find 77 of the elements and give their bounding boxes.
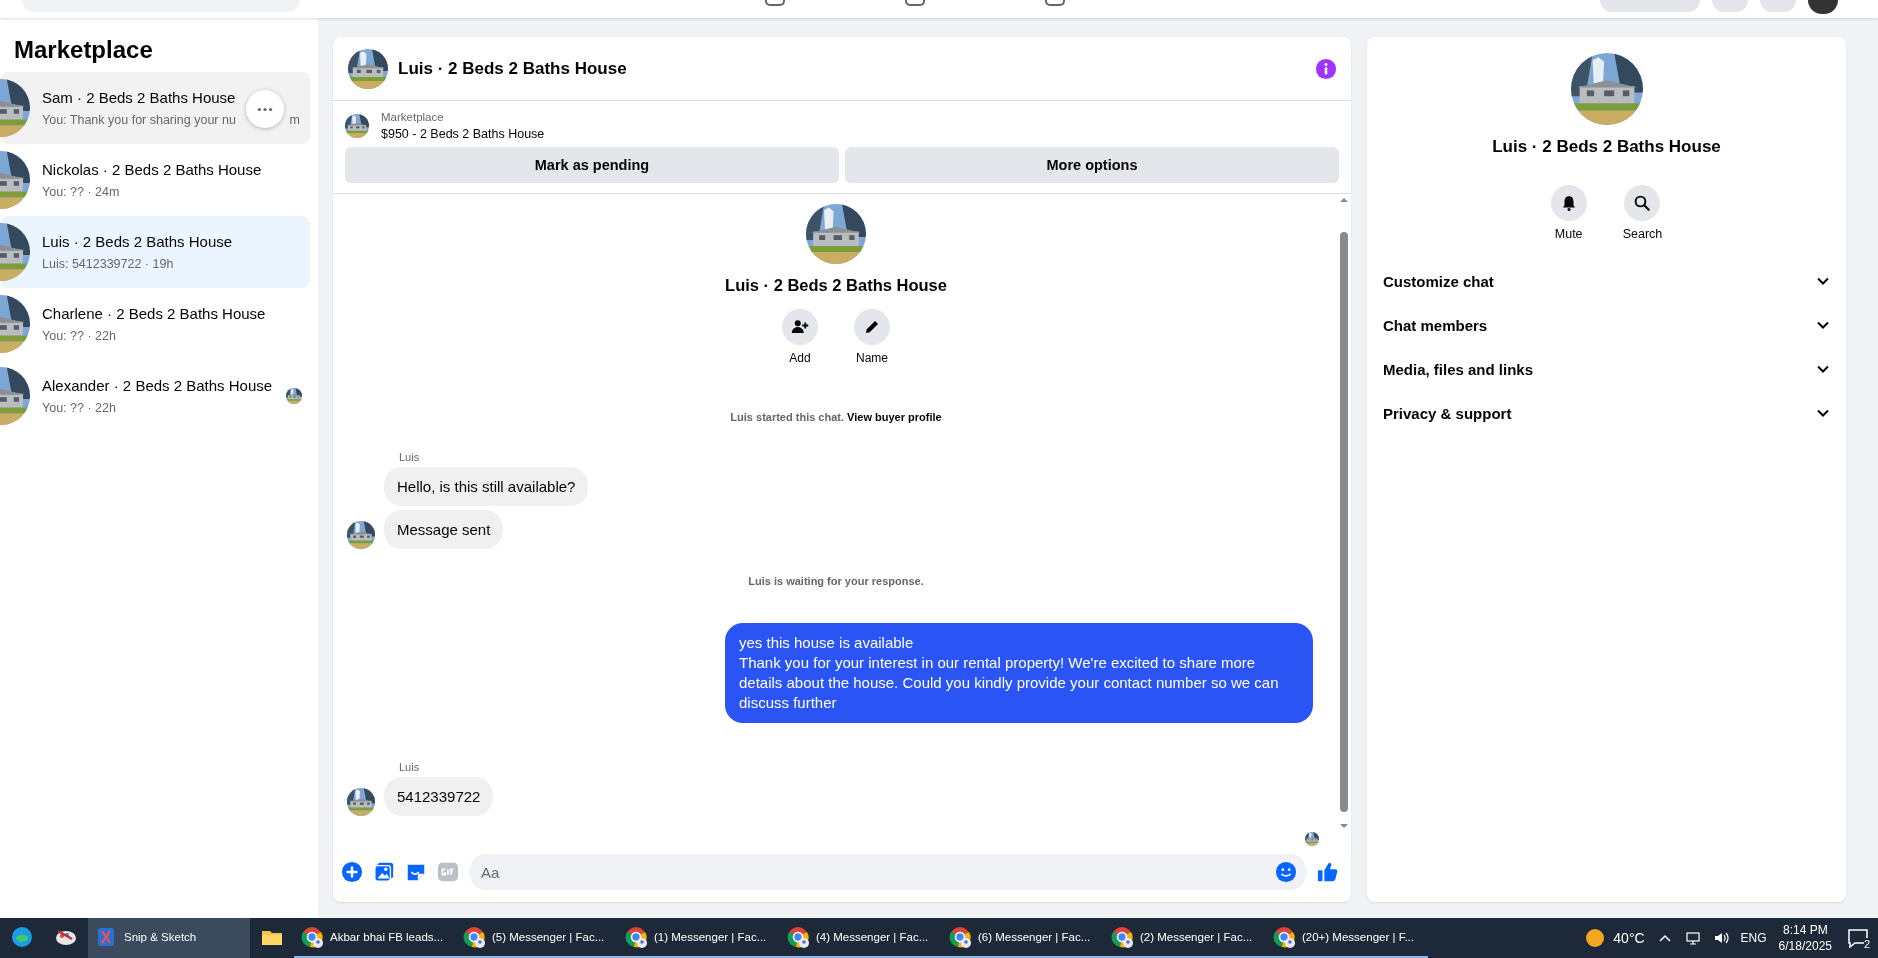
taskbar-item[interactable]: (1) Messenger | Fac... — [618, 918, 780, 958]
conversation-name: Alexander · 2 Beds 2 Baths House — [42, 377, 274, 394]
taskbar-item[interactable]: (2) Messenger | Fac... — [1104, 918, 1266, 958]
navigation-tab[interactable] — [765, 0, 785, 6]
listing-label: Marketplace — [381, 111, 445, 123]
action-button[interactable]: More options — [845, 147, 1339, 183]
conversation-name: Luis · 2 Beds 2 Baths House — [42, 233, 234, 250]
avatar[interactable] — [1808, 0, 1838, 14]
chat-name: Luis · 2 Beds 2 Baths House — [725, 276, 947, 295]
message-preview: You: ?? · 22h — [42, 401, 116, 415]
chrome-icon — [1110, 925, 1134, 949]
image-icon[interactable] — [373, 861, 395, 883]
chrome-icon — [300, 925, 324, 949]
conversation-item[interactable]: Charlene · 2 Beds 2 Baths House You: ?? · 22h — [0, 288, 310, 360]
taskbar-item[interactable]: Akbar bhai FB leads... — [294, 918, 456, 958]
chrome-icon — [1272, 925, 1296, 949]
message-preview: You: ?? · 22h — [42, 329, 116, 343]
search-icon — [1633, 194, 1652, 212]
chat-title: Luis · 2 Beds 2 Baths House — [398, 58, 628, 79]
message-preview: You: ?? · 24m — [42, 185, 120, 199]
taskbar-item[interactable]: (5) Messenger | Fac... — [456, 918, 618, 958]
message-time: m — [289, 113, 300, 127]
conversation-name: Sam · 2 Beds 2 Baths House — [42, 89, 237, 106]
conversation-item[interactable]: Sam · 2 Beds 2 Baths House You: Thank you for sharing your nu m — [0, 72, 310, 144]
conversation-item[interactable]: Nickolas · 2 Beds 2 Baths House You: ?? · 24m — [0, 144, 310, 216]
conversation-item[interactable]: Alexander · 2 Beds 2 Baths House You: ?? · 22h — [0, 360, 310, 432]
chrome-icon — [624, 925, 648, 949]
chat-notice: Luis is waiting for your response. — [747, 575, 925, 587]
info-icon[interactable] — [1315, 57, 1337, 80]
chrome-icon — [462, 925, 486, 949]
conversation-name: Charlene · 2 Beds 2 Baths House — [42, 305, 267, 322]
message-field[interactable]: Aa — [469, 854, 1307, 890]
chrome-icon — [786, 925, 810, 949]
chat-name: Luis · 2 Beds 2 Baths House — [1492, 137, 1721, 157]
taskbar-item[interactable]: Snip & Sketch — [88, 918, 250, 958]
notification-count: 2 — [1863, 938, 1870, 950]
add-person-icon — [791, 318, 809, 336]
message-bubble: Message sent — [384, 510, 504, 549]
page-title: Marketplace — [14, 36, 154, 64]
section-toggle[interactable]: Chat members — [1381, 303, 1832, 347]
chat-notice: Luis started this chat. View buyer profile — [729, 411, 943, 423]
chrome-icon — [948, 925, 972, 949]
sender-name: Luis — [399, 761, 421, 773]
action-button[interactable]: Mark as pending — [345, 147, 839, 183]
taskbar-item[interactable]: (6) Messenger | Fac... — [942, 918, 1104, 958]
taskbar-item[interactable]: (4) Messenger | Fac... — [780, 918, 942, 958]
more-icon — [257, 106, 273, 112]
listing-title: $950 - 2 Beds 2 Baths House — [381, 127, 545, 141]
language-indicator[interactable]: ENG — [1740, 931, 1767, 945]
clock-time[interactable]: 8:14 PM — [1782, 922, 1828, 938]
section-toggle[interactable]: Customize chat — [1381, 259, 1832, 303]
buyer-profile-link[interactable]: View buyer profile — [847, 411, 942, 423]
conversation-item[interactable]: Luis · 2 Beds 2 Baths House Luis: 5412339722 · 19h — [0, 216, 310, 288]
conversation-name: Nickolas · 2 Beds 2 Baths House — [42, 161, 263, 178]
navigation-tab[interactable] — [905, 0, 925, 6]
sender-name: Luis — [399, 451, 421, 463]
clock-date[interactable]: 6/18/2025 — [1778, 938, 1832, 954]
message-preview: Luis: 5412339722 · 19h — [42, 257, 174, 271]
temperature[interactable]: 40°C — [1613, 930, 1645, 946]
section-toggle[interactable]: Privacy & support — [1381, 391, 1832, 435]
message-bubble: Hello, is this still available? — [384, 467, 589, 506]
sun-icon[interactable] — [1585, 928, 1606, 948]
read-receipt-avatar — [1305, 832, 1319, 846]
taskbar-item[interactable]: (20+) Messenger | F... — [1266, 918, 1428, 958]
notification-icon[interactable] — [1846, 926, 1870, 950]
thumbs-up-icon[interactable] — [1317, 861, 1339, 883]
pencil-icon — [863, 318, 881, 336]
message-bubble: yes this house is available Thank you for your interest in our rental property! We're excited to share more details about the house. Could you kindly provide your contact number so we can discuss further — [725, 623, 1313, 723]
navigation-tab[interactable] — [1045, 0, 1065, 6]
plus-icon[interactable] — [341, 861, 363, 883]
message-preview: You: Thank you for sharing your nu — [42, 113, 236, 127]
network-icon[interactable] — [1684, 930, 1701, 946]
edge-icon — [10, 925, 34, 949]
speaker-icon[interactable] — [1712, 930, 1729, 946]
emoji-icon[interactable] — [1275, 861, 1297, 883]
section-toggle[interactable]: Media, files and links — [1381, 347, 1832, 391]
message-bubble: 5412339722 — [384, 777, 494, 816]
